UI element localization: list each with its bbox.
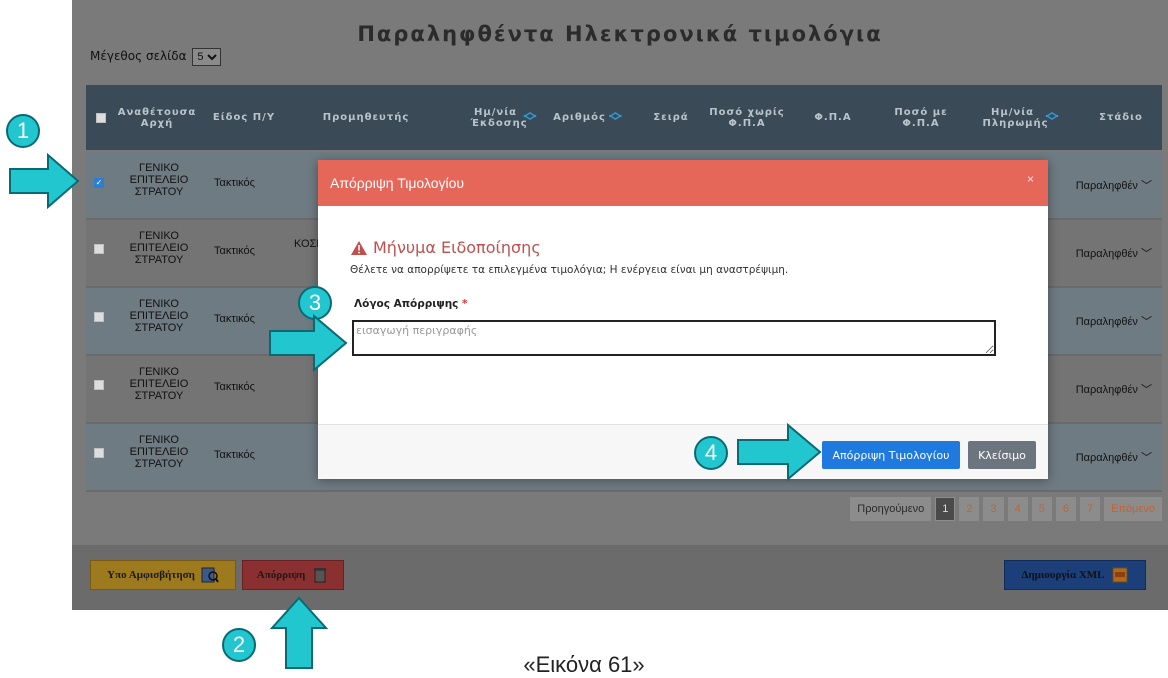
header-vat[interactable]: Φ.Π.Α — [798, 85, 868, 150]
row-checkbox[interactable]: ✓ — [94, 176, 104, 188]
row-budget-type: Τακτικός — [214, 313, 255, 325]
row-budget-type: Τακτικός — [214, 245, 255, 257]
arrow-right-icon — [737, 423, 822, 481]
pagination: Προηγούμενο 1 2 3 4 5 6 7 Επόμενο — [850, 497, 1162, 521]
page-size-label: Μέγεθος σελίδα — [90, 49, 187, 63]
magnifier-document-icon — [201, 567, 219, 583]
dialog-title: Απόρριψη Τιμολογίου — [330, 175, 465, 191]
warning-icon — [351, 240, 367, 255]
page-title: Παραληφθέντα Ηλεκτρονικά τιμολόγια — [357, 22, 883, 46]
pagination-page[interactable]: 2 — [959, 497, 980, 521]
reject-button[interactable]: Απόρριψη — [242, 560, 344, 590]
select-all-checkbox[interactable] — [94, 85, 108, 150]
reject-invoice-dialog: Απόρριψη Τιμολογίου × Μήνυμα Ειδοποίησης… — [318, 160, 1048, 479]
row-stage[interactable]: Παραληφθέν ﹀ — [1076, 313, 1152, 329]
row-stage[interactable]: Παραληφθέν ﹀ — [1076, 245, 1152, 261]
reason-label: Λόγος Απόρριψης * — [354, 298, 468, 310]
pagination-page[interactable]: 6 — [1055, 497, 1076, 521]
warning-heading: Μήνυμα Ειδοποίησης — [350, 238, 541, 257]
page-size-control: Μέγεθος σελίδα 5 — [90, 48, 222, 66]
table-header: Αναθέτουσα Αρχή Είδος Π/Υ Προμηθευτής Ημ… — [86, 85, 1162, 150]
confirm-reject-button[interactable]: Απόρριψη Τιμολογίου — [822, 441, 960, 469]
required-marker: * — [462, 298, 468, 310]
pagination-page[interactable]: 3 — [983, 497, 1004, 521]
page-size-select[interactable]: 5 — [192, 48, 222, 66]
xml-file-icon — [1112, 567, 1127, 583]
header-number[interactable]: Αριθμός ︿ ﹀ — [548, 85, 628, 150]
figure-caption: «Εικόνα 61» — [523, 652, 645, 677]
header-supplier[interactable]: Προμηθευτής — [316, 85, 416, 150]
row-authority: ΓΕΝΙΚΟ ΕΠΙΤΕΛΕΙΟ ΣΤΡΑΤΟΥ — [129, 366, 189, 402]
dialog-header: Απόρριψη Τιμολογίου × — [318, 160, 1048, 206]
close-button[interactable]: Κλείσιμο — [968, 441, 1036, 469]
row-authority: ΓΕΝΙΚΟ ΕΠΙΤΕΛΕΙΟ ΣΤΡΑΤΟΥ — [129, 298, 189, 334]
warning-message: Θέλετε να απορρίψετε τα επιλεγμένα τιμολ… — [350, 264, 789, 276]
arrow-right-icon — [269, 314, 348, 372]
action-footer: Υπο Αμφισβήτηση Απόρριψη Δημιουργία XML — [72, 545, 1168, 610]
row-authority: ΓΕΝΙΚΟ ΕΠΙΤΕΛΕΙΟ ΣΤΡΑΤΟΥ — [129, 230, 189, 266]
row-stage[interactable]: Παραληφθέν ﹀ — [1076, 449, 1152, 465]
row-stage[interactable]: Παραληφθέν ﹀ — [1076, 177, 1152, 193]
row-budget-type: Τακτικός — [214, 177, 255, 189]
row-checkbox[interactable] — [94, 312, 104, 325]
row-authority: ΓΕΝΙΚΟ ΕΠΙΤΕΛΕΙΟ ΣΤΡΑΤΟΥ — [129, 162, 189, 198]
sort-icon[interactable]: ︿ ﹀ — [523, 106, 537, 129]
close-icon[interactable]: × — [1027, 172, 1034, 186]
reason-textarea[interactable] — [352, 320, 996, 356]
pagination-page[interactable]: 5 — [1031, 497, 1052, 521]
header-payment-date[interactable]: Ημ/νία Πληρωμής ︿ ﹀ — [966, 85, 1076, 150]
callout-4: 4 — [694, 436, 728, 470]
header-series[interactable]: Σειρά — [646, 85, 696, 150]
row-budget-type: Τακτικός — [214, 381, 255, 393]
pagination-next[interactable]: Επόμενο — [1104, 497, 1162, 521]
sort-icon[interactable]: ︿ ﹀ — [1045, 106, 1059, 129]
row-checkbox[interactable] — [94, 380, 104, 393]
dispute-button[interactable]: Υπο Αμφισβήτηση — [90, 560, 236, 590]
pagination-page[interactable]: 4 — [1007, 497, 1028, 521]
create-xml-button[interactable]: Δημιουργία XML — [1004, 560, 1146, 590]
row-authority: ΓΕΝΙΚΟ ΕΠΙΤΕΛΕΙΟ ΣΤΡΑΤΟΥ — [129, 434, 189, 470]
sort-icon[interactable]: ︿ ﹀ — [609, 106, 623, 129]
row-checkbox[interactable] — [94, 244, 104, 257]
trash-icon — [314, 568, 327, 583]
pagination-prev[interactable]: Προηγούμενο — [850, 497, 932, 521]
callout-1: 1 — [6, 114, 40, 148]
row-checkbox[interactable] — [94, 448, 104, 461]
pagination-page[interactable]: 1 — [935, 497, 956, 521]
header-authority[interactable]: Αναθέτουσα Αρχή — [112, 85, 202, 150]
header-budget-type[interactable]: Είδος Π/Υ — [204, 85, 284, 150]
header-gross-amount[interactable]: Ποσό με Φ.Π.Α — [886, 85, 956, 150]
header-stage[interactable]: Στάδιο — [1086, 85, 1156, 150]
dialog-footer: Απόρριψη Τιμολογίου Κλείσιμο — [318, 424, 1048, 479]
header-issue-date[interactable]: Ημ/νία Έκδοσης ︿ ﹀ — [454, 85, 554, 150]
row-budget-type: Τακτικός — [214, 449, 255, 461]
row-stage[interactable]: Παραληφθέν ﹀ — [1076, 381, 1152, 397]
header-net-amount[interactable]: Ποσό χωρίς Φ.Π.Α — [702, 85, 792, 150]
arrow-right-icon — [9, 153, 80, 209]
pagination-page[interactable]: 7 — [1079, 497, 1101, 521]
